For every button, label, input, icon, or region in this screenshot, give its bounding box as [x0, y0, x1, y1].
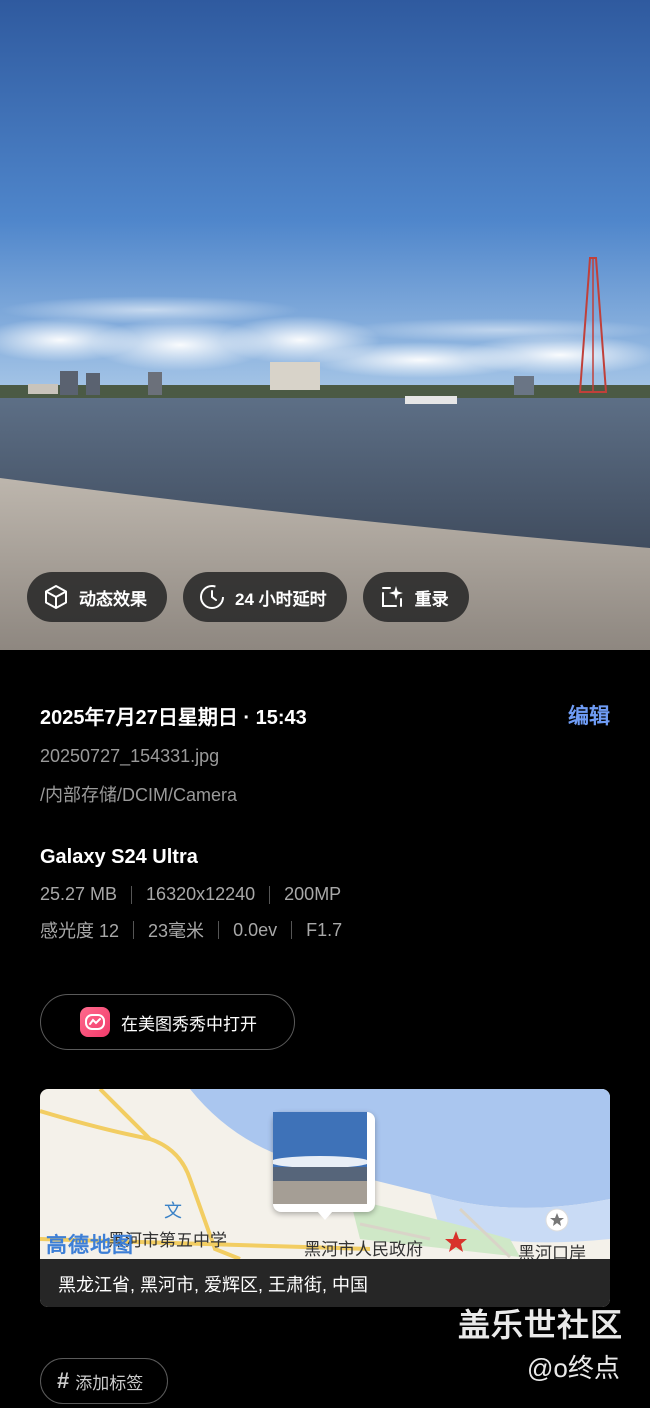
- device-model: Galaxy S24 Ultra: [40, 846, 198, 868]
- map-culture-label: 文: [164, 1201, 182, 1221]
- watermark-author: @o终点: [527, 1353, 620, 1383]
- remaster-label: 重录: [414, 589, 449, 609]
- exposure-value: 0.0ev: [233, 919, 278, 940]
- aperture: F1.7: [306, 919, 343, 940]
- motion-effect-button[interactable]: 动态效果: [27, 572, 167, 622]
- watermark-community: 盖乐世社区: [458, 1307, 624, 1343]
- motion-effect-label: 动态效果: [79, 589, 147, 609]
- open-in-meitu-button[interactable]: 在美图秀秀中打开: [40, 994, 295, 1050]
- file-path: /内部存储/DCIM/Camera: [40, 785, 238, 805]
- photo-datetime: 2025年7月27日星期日 · 15:43: [40, 706, 307, 729]
- camera-specs-row: 感光度 12 23毫米 0.0ev F1.7: [40, 917, 342, 943]
- divider: [133, 921, 135, 939]
- remaster-button[interactable]: 重录: [362, 572, 469, 622]
- resolution: 16320x12240: [146, 884, 256, 904]
- divider: [291, 921, 293, 939]
- photo-action-row: 动态效果 24 小时延时 重录: [27, 572, 469, 622]
- add-tag-label: 添加标签: [75, 1373, 144, 1393]
- edit-button[interactable]: 编辑: [568, 700, 610, 730]
- sparkle-frame-icon: [377, 582, 407, 612]
- iso-value: 感光度 12: [40, 921, 120, 941]
- file-name: 20250727_154331.jpg: [40, 746, 220, 766]
- photo-details: 2025年7月27日星期日 · 15:43 编辑 20250727_154331…: [40, 700, 610, 807]
- map-photo-thumbnail[interactable]: [273, 1112, 375, 1212]
- photo-viewer[interactable]: 动态效果 24 小时延时 重录: [0, 0, 650, 650]
- megapixels: 200MP: [284, 884, 342, 904]
- add-tag-button[interactable]: # 添加标签: [40, 1358, 168, 1404]
- clock-timelapse-icon: [197, 582, 227, 612]
- file-size: 25.27 MB: [40, 884, 118, 904]
- amap-logo: 高德地图: [46, 1234, 134, 1257]
- location-map[interactable]: 文 黑河市第五中学 黑河市人民政府 黑河口岸 高德地图 黑龙江省, 黑河市, 爱…: [40, 1089, 610, 1307]
- meitu-app-icon: [80, 1007, 110, 1037]
- divider: [218, 921, 220, 939]
- photo-image: [0, 0, 650, 650]
- divider: [269, 885, 271, 904]
- file-specs-row: 25.27 MB 16320x12240 200MP: [40, 884, 341, 905]
- open-in-meitu-label: 在美图秀秀中打开: [121, 1014, 257, 1034]
- hashtag-icon: #: [57, 1368, 70, 1393]
- thumbnail-pointer: [317, 1211, 333, 1220]
- thumbnail-image: [273, 1112, 367, 1204]
- map-government-label: 黑河市人民政府: [304, 1240, 423, 1259]
- timelapse-label: 24 小时延时: [235, 589, 327, 609]
- timelapse-button[interactable]: 24 小时延时: [183, 572, 347, 622]
- focal-length: 23毫米: [148, 921, 205, 941]
- cube-icon: [41, 582, 71, 612]
- divider: [131, 885, 133, 904]
